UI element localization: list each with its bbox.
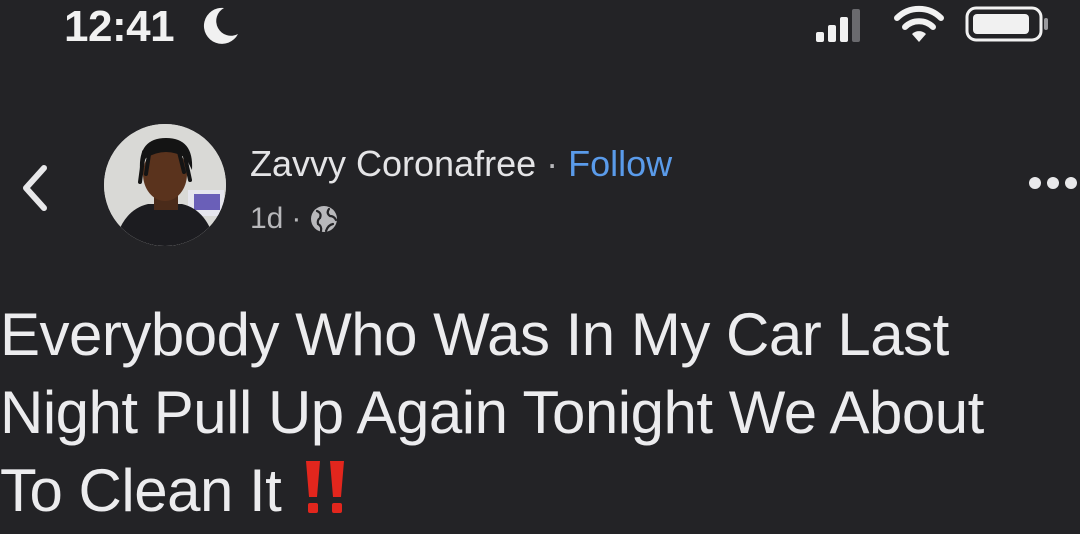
back-chevron-icon[interactable] <box>14 160 54 216</box>
post-text-line: Everybody Who Was In My Car Last <box>0 301 949 368</box>
follow-button[interactable]: Follow <box>568 143 672 184</box>
status-time: 12:41 <box>64 2 175 51</box>
battery-icon <box>965 6 1048 42</box>
double-exclamation-emoji <box>303 456 349 534</box>
post-meta: 1d · <box>250 202 339 236</box>
post-text-line: To Clean It <box>0 457 282 524</box>
cellular-signal-icon <box>816 9 860 42</box>
author-separator: · <box>546 143 559 184</box>
post-timestamp[interactable]: 1d <box>250 202 283 236</box>
post-text: Everybody Who Was In My Car Last Night P… <box>0 296 1075 534</box>
post-text-last-line: To Clean It <box>0 452 1075 534</box>
status-bar: 12:41 <box>0 0 1080 60</box>
post-author-line: Zavvy Coronafree · Follow <box>250 143 672 185</box>
wifi-icon <box>894 5 944 42</box>
more-options-icon[interactable] <box>1026 168 1080 198</box>
author-avatar[interactable] <box>104 124 226 246</box>
avatar-photo <box>104 124 226 246</box>
post-text-line: Night Pull Up Again Tonight We About <box>0 379 984 446</box>
author-name[interactable]: Zavvy Coronafree <box>250 143 536 184</box>
globe-icon <box>311 206 338 233</box>
moon-icon <box>203 7 238 44</box>
meta-separator: · <box>291 202 302 235</box>
